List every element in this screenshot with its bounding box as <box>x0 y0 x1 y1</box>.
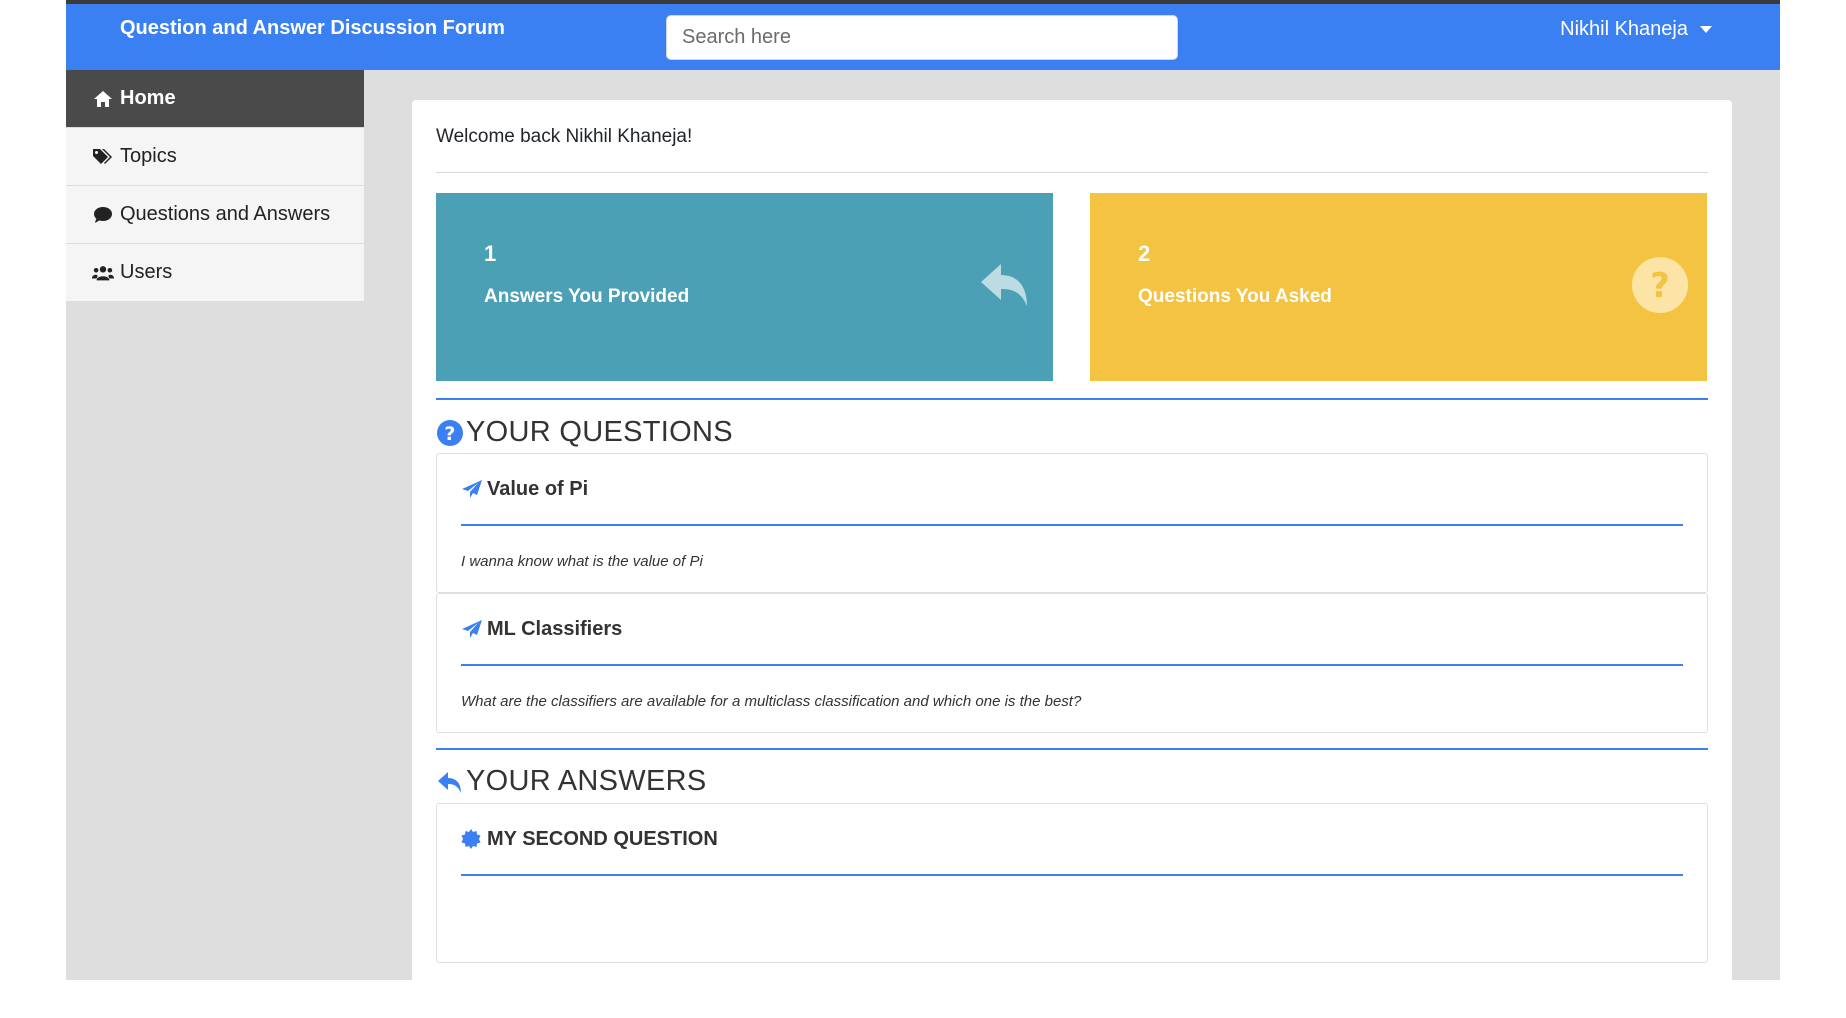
sidebar: Home Topics Questions and Answers Users <box>66 70 364 302</box>
user-menu[interactable]: Nikhil Khaneja <box>1560 18 1712 41</box>
paper-plane-icon <box>461 479 483 501</box>
question-title[interactable]: Value of Pi <box>487 478 588 501</box>
tags-icon <box>92 146 114 168</box>
welcome-message: Welcome back Nikhil Khaneja! <box>436 126 693 147</box>
brand-title[interactable]: Question and Answer Discussion Forum <box>120 17 505 40</box>
sidebar-item-topics[interactable]: Topics <box>66 128 364 186</box>
section-title: YOUR ANSWERS <box>466 765 707 797</box>
users-icon <box>92 262 114 284</box>
answer-question-title[interactable]: MY SECOND QUESTION <box>487 828 718 851</box>
sidebar-item-label: Questions and Answers <box>120 203 331 225</box>
question-header: Value of Pi <box>461 478 588 501</box>
questions-label: Questions You Asked <box>1138 286 1332 307</box>
divider-blue <box>436 398 1708 400</box>
paper-plane-icon <box>461 619 483 641</box>
question-header: ML Classifiers <box>461 618 622 641</box>
home-icon <box>92 88 114 110</box>
navbar: Question and Answer Discussion Forum Nik… <box>66 4 1780 70</box>
app-frame: Question and Answer Discussion Forum Nik… <box>66 0 1780 980</box>
sidebar-item-label: Topics <box>120 145 177 167</box>
your-answers-heading: YOUR ANSWERS <box>436 765 706 798</box>
certificate-icon <box>461 828 483 851</box>
svg-text:?: ? <box>444 423 455 445</box>
divider-blue <box>461 664 1683 666</box>
sidebar-item-questions-and-answers[interactable]: Questions and Answers <box>66 186 364 244</box>
comment-icon <box>92 204 114 226</box>
answer-card[interactable]: MY SECOND QUESTION <box>436 803 1708 963</box>
divider-blue <box>436 748 1708 750</box>
answers-label: Answers You Provided <box>484 286 690 307</box>
sidebar-item-label: Users <box>120 261 173 283</box>
questions-asked-card[interactable]: 2 Questions You Asked ? <box>1090 193 1707 381</box>
reply-icon <box>436 768 464 796</box>
question-body: What are the classifiers are available f… <box>461 693 1082 710</box>
reply-icon <box>977 256 1035 314</box>
question-card[interactable]: Value of Pi I wanna know what is the val… <box>436 453 1708 593</box>
question-body: I wanna know what is the value of Pi <box>461 553 703 570</box>
search-input[interactable] <box>666 15 1178 60</box>
questions-count: 2 <box>1138 241 1151 266</box>
your-questions-heading: ? YOUR QUESTIONS <box>436 416 733 449</box>
caret-down-icon <box>1700 26 1712 33</box>
user-name: Nikhil Khaneja <box>1560 18 1688 40</box>
question-card[interactable]: ML Classifiers What are the classifiers … <box>436 593 1708 733</box>
question-circle-icon: ? <box>1631 256 1689 314</box>
sidebar-item-users[interactable]: Users <box>66 244 364 302</box>
section-title: YOUR QUESTIONS <box>466 416 733 448</box>
question-circle-icon: ? <box>436 419 464 447</box>
sidebar-item-home[interactable]: Home <box>66 70 364 128</box>
main-content-card: Welcome back Nikhil Khaneja! 1 Answers Y… <box>412 100 1732 980</box>
sidebar-item-label: Home <box>120 87 176 109</box>
divider-blue <box>461 874 1683 876</box>
answer-header: MY SECOND QUESTION <box>461 828 718 851</box>
svg-text:?: ? <box>1650 266 1670 306</box>
divider-blue <box>461 524 1683 526</box>
divider <box>436 172 1708 173</box>
answers-count: 1 <box>484 241 497 266</box>
question-title[interactable]: ML Classifiers <box>487 618 622 641</box>
answers-provided-card[interactable]: 1 Answers You Provided <box>436 193 1053 381</box>
